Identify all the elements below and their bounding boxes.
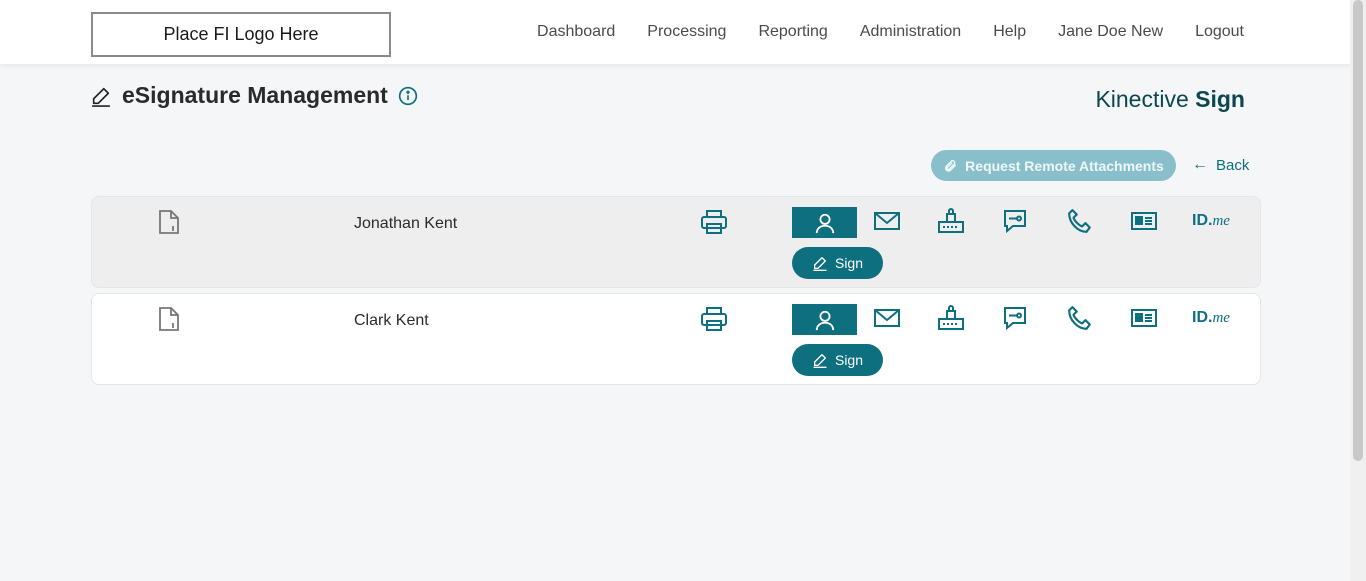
document-icon: [159, 210, 179, 234]
sms-auth-button[interactable]: [1000, 304, 1030, 332]
id-card-auth-button[interactable]: [1129, 304, 1159, 332]
printer-icon[interactable]: [700, 306, 728, 332]
vertical-scrollbar[interactable]: [1350, 0, 1366, 581]
id-card-icon: [1131, 212, 1157, 230]
signer-name: Clark Kent: [354, 312, 429, 329]
pen-icon: [813, 257, 827, 271]
sign-button[interactable]: Sign: [792, 247, 883, 279]
back-link[interactable]: ← Back: [1192, 156, 1249, 174]
sign-button-label: Sign: [834, 255, 864, 271]
scrollbar-thumb[interactable]: [1353, 0, 1363, 461]
idme-logo-id: ID.: [1192, 212, 1213, 229]
document-icon: [159, 307, 179, 331]
request-remote-attachments-label: Request Remote Attachments: [965, 157, 1164, 174]
chat-key-icon: [1004, 210, 1026, 234]
nav-administration[interactable]: Administration: [860, 23, 961, 41]
envelope-icon: [874, 309, 900, 327]
sign-button[interactable]: Sign: [792, 344, 883, 376]
paperclip-icon: [945, 159, 957, 172]
chat-key-icon: [1004, 307, 1026, 331]
phone-icon: [1068, 306, 1091, 330]
signer-row: Clark Kent ID.me Sign: [91, 293, 1261, 385]
pen-icon: [91, 87, 111, 107]
email-auth-button[interactable]: [872, 304, 902, 332]
idme-logo-me: me: [1212, 310, 1230, 326]
top-navbar: Place FI Logo Here Dashboard Processing …: [0, 0, 1350, 64]
idme-logo: ID.me: [1192, 212, 1230, 230]
page-title: eSignature Management: [122, 82, 388, 108]
printer-icon[interactable]: [700, 209, 728, 235]
network-auth-button[interactable]: [936, 207, 966, 235]
nav-help[interactable]: Help: [993, 23, 1026, 41]
brand-text-bold: Sign: [1195, 86, 1245, 112]
logo-placeholder: Place FI Logo Here: [91, 12, 391, 57]
sms-auth-button[interactable]: [1000, 207, 1030, 235]
arrow-left-icon: ←: [1192, 156, 1208, 173]
page-header: eSignature Management: [90, 82, 418, 109]
idme-auth-button[interactable]: ID.me: [1189, 207, 1233, 235]
idme-auth-button[interactable]: ID.me: [1189, 304, 1233, 332]
nav-logout[interactable]: Logout: [1195, 23, 1244, 41]
idme-logo: ID.me: [1192, 309, 1230, 327]
id-card-auth-button[interactable]: [1129, 207, 1159, 235]
envelope-icon: [874, 212, 900, 230]
request-remote-attachments-button[interactable]: Request Remote Attachments: [931, 150, 1176, 181]
sign-button-label: Sign: [834, 352, 864, 368]
phone-auth-button[interactable]: [1065, 304, 1095, 332]
nav-processing[interactable]: Processing: [647, 23, 726, 41]
signer-row: Jonathan Kent ID.me Sign: [91, 196, 1261, 288]
router-icon: [938, 305, 964, 330]
nav-reporting[interactable]: Reporting: [758, 23, 827, 41]
idme-logo-me: me: [1212, 213, 1230, 229]
back-label: Back: [1216, 156, 1250, 174]
network-auth-button[interactable]: [936, 304, 966, 332]
email-auth-button[interactable]: [872, 207, 902, 235]
router-icon: [938, 208, 964, 233]
nav-dashboard[interactable]: Dashboard: [537, 23, 615, 41]
id-card-icon: [1131, 309, 1157, 327]
person-icon: [815, 310, 834, 330]
in-person-auth-button[interactable]: [792, 207, 857, 238]
pen-icon: [813, 354, 827, 368]
signer-name: Jonathan Kent: [354, 215, 458, 232]
nav-user-menu[interactable]: Jane Doe New: [1058, 23, 1163, 41]
in-person-auth-button[interactable]: [792, 304, 857, 335]
brand-logo: Kinective Sign: [1095, 86, 1245, 113]
info-icon[interactable]: [398, 86, 418, 106]
phone-icon: [1068, 209, 1091, 233]
person-icon: [815, 213, 834, 233]
idme-logo-id: ID.: [1192, 309, 1213, 326]
phone-auth-button[interactable]: [1065, 207, 1095, 235]
main-nav: Dashboard Processing Reporting Administr…: [505, 0, 1244, 64]
brand-text-light: Kinective: [1095, 86, 1196, 112]
